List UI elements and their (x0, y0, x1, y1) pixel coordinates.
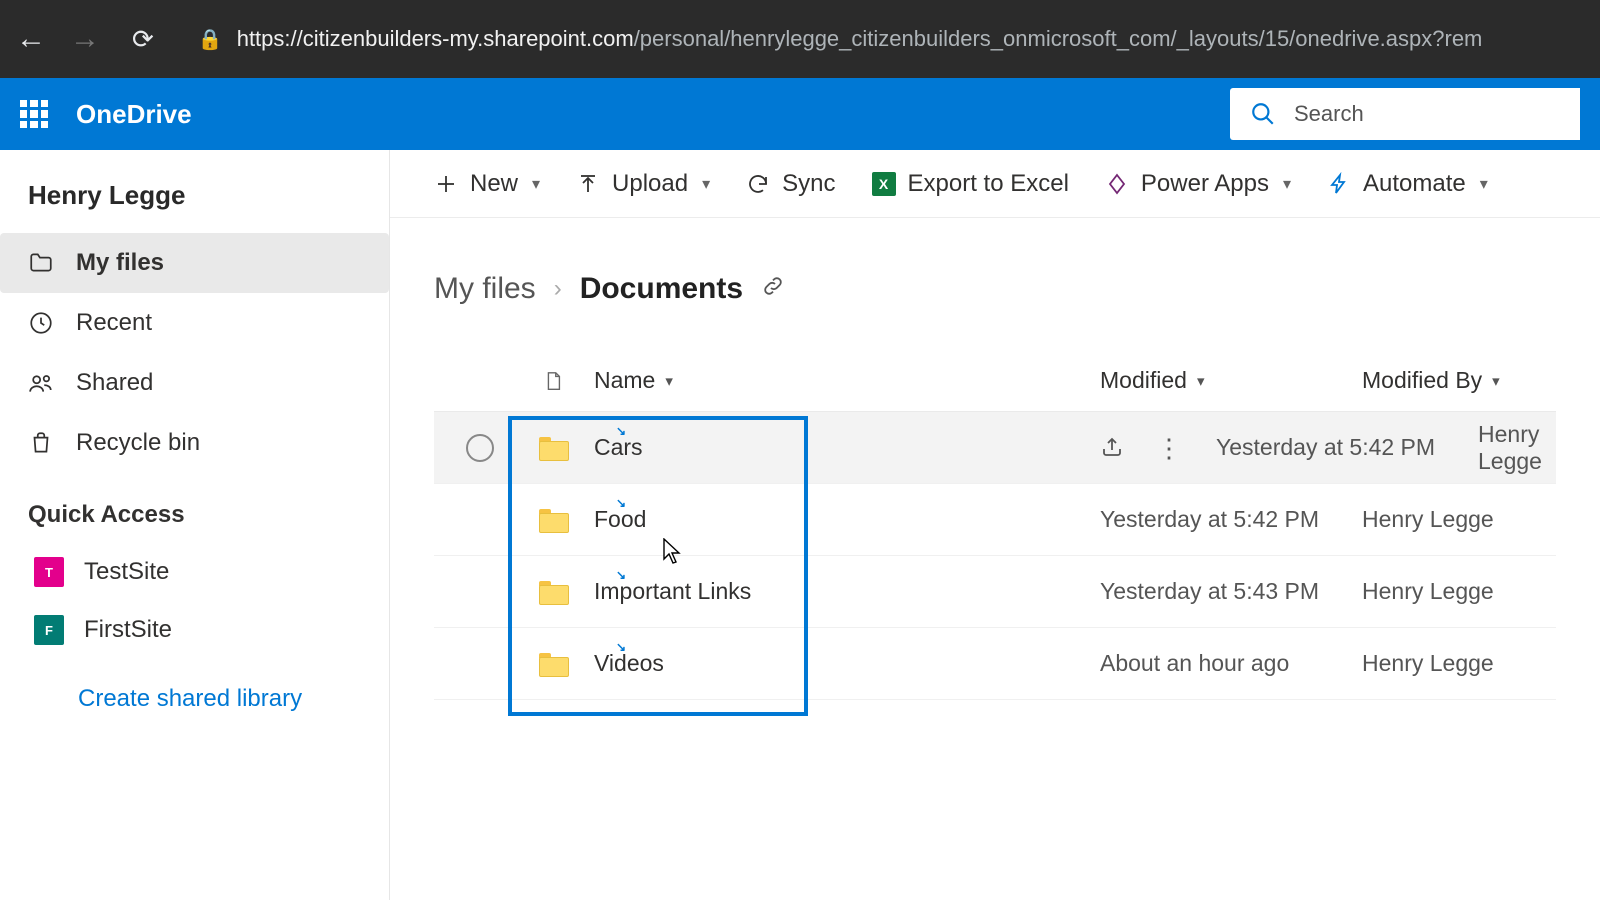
search-icon (1250, 101, 1276, 127)
shared-indicator-icon: ↘ (616, 568, 626, 582)
sidebar-item-my-files[interactable]: My files (0, 233, 389, 293)
sidebar-item-recycle-bin[interactable]: Recycle bin (0, 413, 389, 473)
table-row[interactable]: ↘ Important Links Yesterday at 5:43 PM H… (434, 556, 1556, 628)
address-bar[interactable]: 🔒 https://citizenbuilders-my.sharepoint.… (198, 26, 1584, 52)
lock-icon: 🔒 (198, 27, 223, 52)
chevron-down-icon: ▾ (1197, 372, 1205, 390)
excel-icon: X (872, 172, 896, 196)
item-name: Cars (594, 434, 643, 461)
item-modified-by: Henry Legge (1362, 650, 1556, 677)
chevron-down-icon: ▾ (702, 174, 710, 194)
browser-chrome: ← → ⟳ 🔒 https://citizenbuilders-my.share… (0, 0, 1600, 78)
forward-button[interactable]: → (70, 22, 100, 56)
quick-access-heading: Quick Access (0, 473, 389, 543)
table-header: Name ▾ Modified ▾ Modified By ▾ (434, 350, 1556, 412)
suite-bar: OneDrive Search (0, 78, 1600, 150)
chevron-down-icon: ▾ (1480, 174, 1488, 194)
column-modified[interactable]: Modified ▾ (1100, 367, 1362, 394)
item-modified: Yesterday at 5:42 PM (1216, 434, 1478, 461)
back-button[interactable]: ← (16, 22, 46, 56)
power-apps-icon (1105, 172, 1129, 196)
file-table: Name ▾ Modified ▾ Modified By ▾ (434, 350, 1556, 700)
shared-indicator-icon: ↘ (616, 496, 626, 510)
sidebar-site-label: FirstSite (84, 616, 172, 644)
power-apps-button[interactable]: Power Apps ▾ (1105, 170, 1291, 198)
app-launcher-icon[interactable] (20, 100, 48, 128)
item-modified: About an hour ago (1100, 650, 1362, 677)
item-modified: Yesterday at 5:42 PM (1100, 506, 1362, 533)
table-body: ↘ Cars ⋮ Yesterday at 5:42 PM Henry Legg… (434, 412, 1556, 700)
shared-indicator-icon: ↘ (616, 640, 626, 654)
sync-button[interactable]: Sync (746, 170, 835, 198)
upload-icon (576, 172, 600, 196)
select-checkbox[interactable] (466, 434, 494, 462)
recycle-bin-icon (28, 430, 54, 456)
table-row[interactable]: ↘ Videos About an hour ago Henry Legge (434, 628, 1556, 700)
create-shared-library-link[interactable]: Create shared library (0, 659, 389, 739)
app-name[interactable]: OneDrive (76, 99, 192, 130)
sidebar-item-label: Recent (76, 309, 152, 337)
site-avatar: F (34, 615, 64, 645)
share-icon[interactable] (1100, 435, 1124, 459)
search-input[interactable]: Search (1230, 88, 1580, 140)
automate-button[interactable]: Automate ▾ (1327, 170, 1488, 198)
people-icon (28, 370, 54, 396)
site-avatar: T (34, 557, 64, 587)
table-row[interactable]: ↘ Food Yesterday at 5:42 PM Henry Legge (434, 484, 1556, 556)
sidebar-item-label: Recycle bin (76, 429, 200, 457)
url-text: https://citizenbuilders-my.sharepoint.co… (237, 26, 1483, 52)
breadcrumb: My files › Documents (434, 272, 1556, 306)
search-placeholder: Search (1294, 101, 1364, 127)
sidebar-site-firstsite[interactable]: F FirstSite (0, 601, 389, 659)
sidebar-item-label: Shared (76, 369, 153, 397)
breadcrumb-current: Documents (580, 272, 743, 306)
sidebar-item-shared[interactable]: Shared (0, 353, 389, 413)
sidebar-item-label: My files (76, 249, 164, 277)
folder-icon (539, 581, 567, 603)
sidebar-item-recent[interactable]: Recent (0, 293, 389, 353)
chevron-right-icon: › (554, 275, 562, 303)
item-name: Videos (594, 650, 664, 677)
sidebar-site-label: TestSite (84, 558, 169, 586)
item-modified: Yesterday at 5:43 PM (1100, 578, 1362, 605)
item-modified-by: Henry Legge (1362, 578, 1556, 605)
item-modified-by: Henry Legge (1362, 506, 1556, 533)
new-button[interactable]: New ▾ (434, 170, 540, 198)
folder-icon (539, 653, 567, 675)
copy-link-icon[interactable] (761, 272, 785, 306)
chevron-down-icon: ▾ (665, 372, 673, 390)
sidebar: Henry Legge My files Recent Shared Recyc… (0, 150, 390, 900)
breadcrumb-root[interactable]: My files (434, 272, 536, 306)
folder-icon (539, 509, 567, 531)
shared-indicator-icon: ↘ (616, 424, 626, 438)
command-bar: New ▾ Upload ▾ Sync X Export to Excel Po… (390, 150, 1600, 218)
chevron-down-icon: ▾ (532, 174, 540, 194)
item-modified-by: Henry Legge (1478, 421, 1556, 475)
main-content: New ▾ Upload ▾ Sync X Export to Excel Po… (390, 150, 1600, 900)
automate-icon (1327, 172, 1351, 196)
folder-icon (28, 250, 54, 276)
more-actions-button[interactable]: ⋮ (1156, 435, 1182, 461)
sync-icon (746, 172, 770, 196)
export-to-excel-button[interactable]: X Export to Excel (872, 170, 1069, 198)
chevron-down-icon: ▾ (1492, 372, 1500, 390)
item-name: Food (594, 506, 646, 533)
column-name[interactable]: Name ▾ (580, 367, 1100, 394)
sidebar-user-name: Henry Legge (0, 170, 389, 233)
table-row[interactable]: ↘ Cars ⋮ Yesterday at 5:42 PM Henry Legg… (434, 412, 1556, 484)
upload-button[interactable]: Upload ▾ (576, 170, 710, 198)
row-actions: ⋮ (1100, 435, 1182, 461)
chevron-down-icon: ▾ (1283, 174, 1291, 194)
sidebar-site-testsite[interactable]: T TestSite (0, 543, 389, 601)
file-type-column-icon (526, 367, 580, 395)
folder-icon (539, 437, 567, 459)
clock-icon (28, 310, 54, 336)
column-modified-by[interactable]: Modified By ▾ (1362, 367, 1556, 394)
refresh-button[interactable]: ⟳ (132, 24, 154, 55)
item-name: Important Links (594, 578, 751, 605)
plus-icon (434, 172, 458, 196)
